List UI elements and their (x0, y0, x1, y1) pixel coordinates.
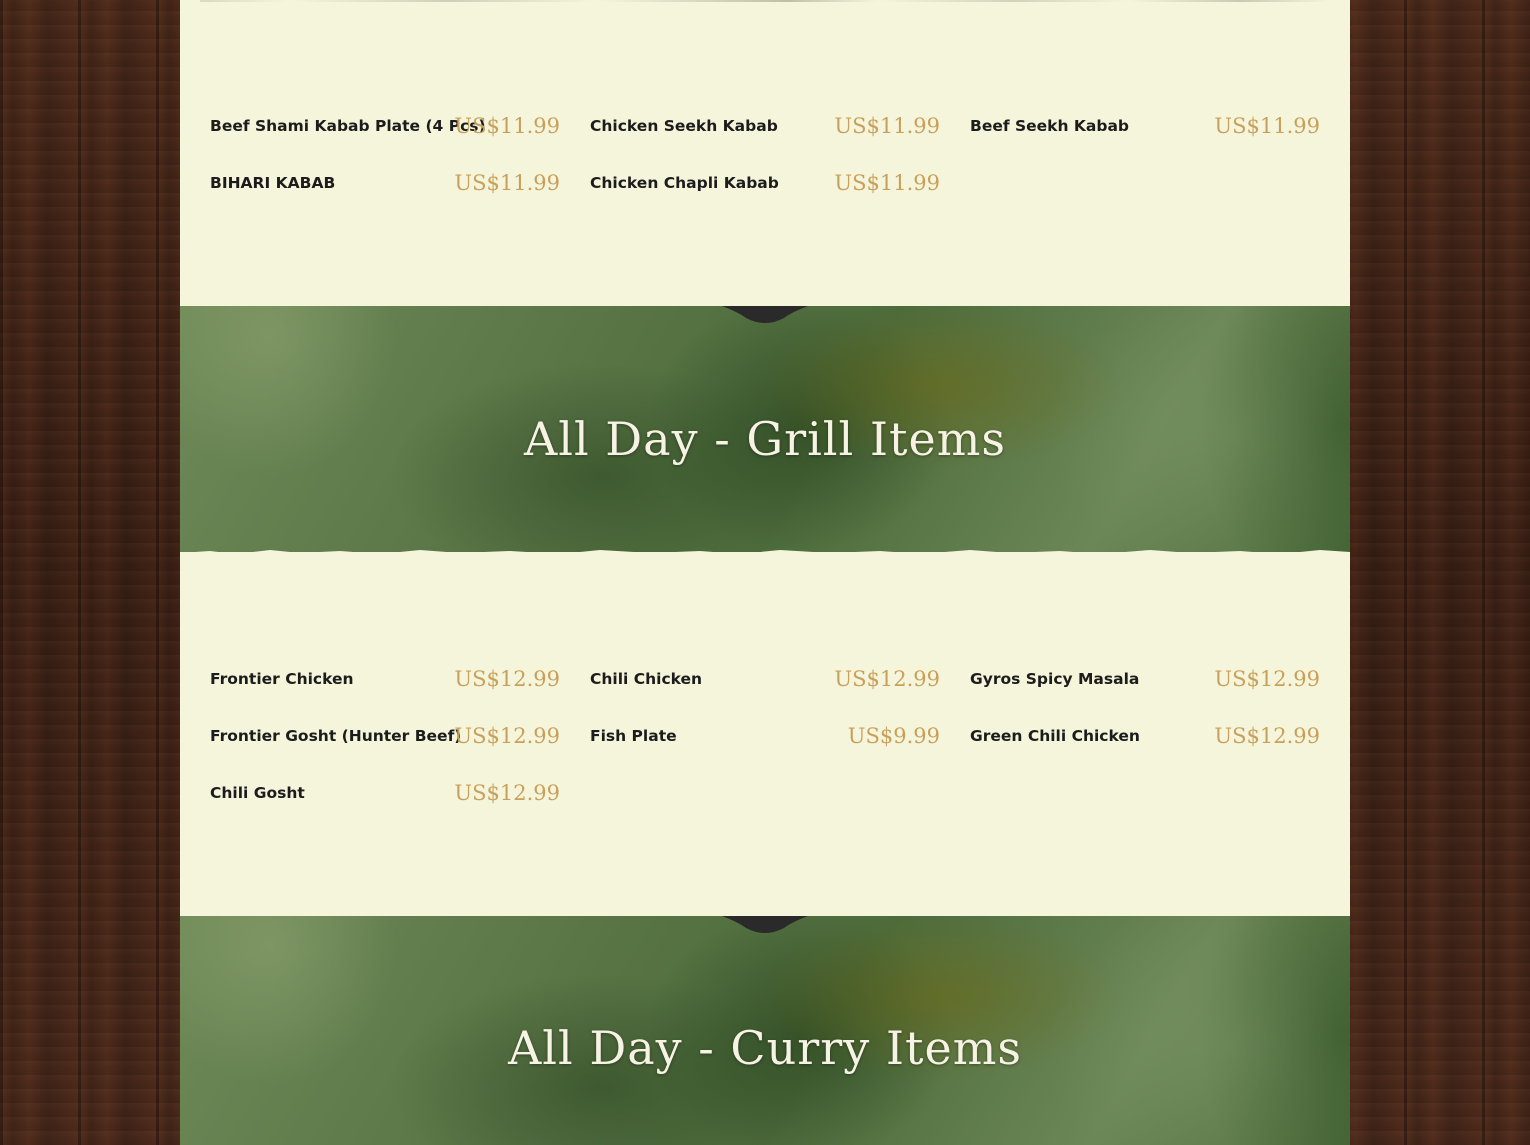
menu-item[interactable]: Beef Seekh Kabab US$11.99 (970, 110, 1320, 142)
menu-item[interactable]: Gyros Spicy Masala US$12.99 (970, 663, 1320, 695)
menu-item-price: US$12.99 (454, 724, 560, 748)
menu-item[interactable]: Beef Shami Kabab Plate (4 Pcs) US$11.99 (210, 110, 560, 142)
menu-item-price: US$12.99 (454, 667, 560, 691)
menu-item[interactable]: BIHARI KABAB US$11.99 (210, 167, 560, 199)
banner-tab-shape (722, 306, 808, 323)
menu-item-price: US$11.99 (834, 114, 940, 138)
curry-section-banner: All Day - Curry Items (180, 916, 1350, 1145)
menu-item-name: Green Chili Chicken (970, 727, 1140, 745)
menu-item-name: Chili Gosht (210, 784, 305, 802)
menu-item[interactable]: Frontier Gosht (Hunter Beef) US$12.99 (210, 720, 560, 752)
grill-section-title: All Day - Grill Items (524, 412, 1006, 466)
menu-item[interactable]: Fish Plate US$9.99 (590, 720, 940, 752)
menu-item[interactable]: Chili Gosht US$12.99 (210, 777, 560, 809)
torn-paper-edge (180, 550, 1350, 556)
menu-item-price: US$12.99 (454, 781, 560, 805)
menu-item-name: Chicken Seekh Kabab (590, 117, 778, 135)
banner-tab-shape (722, 916, 808, 933)
menu-item-name: Chicken Chapli Kabab (590, 174, 779, 192)
menu-item-name: Beef Shami Kabab Plate (4 Pcs) (210, 117, 486, 135)
menu-item[interactable]: Green Chili Chicken US$12.99 (970, 720, 1320, 752)
menu-item[interactable]: Chicken Chapli Kabab US$11.99 (590, 167, 940, 199)
menu-item[interactable]: Chicken Seekh Kabab US$11.99 (590, 110, 940, 142)
menu-item-price: US$12.99 (1214, 724, 1320, 748)
menu-item[interactable]: Chili Chicken US$12.99 (590, 663, 940, 695)
kabab-menu-section: Beef Shami Kabab Plate (4 Pcs) US$11.99 … (180, 0, 1350, 306)
menu-item-price: US$9.99 (847, 724, 940, 748)
menu-item-price: US$11.99 (454, 114, 560, 138)
menu-item-name: Gyros Spicy Masala (970, 670, 1140, 688)
menu-item-price: US$11.99 (1214, 114, 1320, 138)
menu-item-name: Frontier Chicken (210, 670, 354, 688)
menu-item-name: Beef Seekh Kabab (970, 117, 1130, 135)
menu-item[interactable]: Frontier Chicken US$12.99 (210, 663, 560, 695)
menu-item-price: US$11.99 (454, 171, 560, 195)
curry-section-title: All Day - Curry Items (508, 1021, 1022, 1075)
menu-item-name: Chili Chicken (590, 670, 703, 688)
menu-item-price: US$12.99 (1214, 667, 1320, 691)
menu-item-name: Fish Plate (590, 727, 677, 745)
panel-top-edge (200, 0, 1330, 2)
grill-section-banner: All Day - Grill Items (180, 306, 1350, 552)
menu-item-price: US$12.99 (834, 667, 940, 691)
menu-item-name: Frontier Gosht (Hunter Beef) (210, 727, 462, 745)
grill-menu-section: Frontier Chicken US$12.99 Chili Chicken … (180, 550, 1350, 916)
menu-item-price: US$11.99 (834, 171, 940, 195)
menu-item-name: BIHARI KABAB (210, 174, 336, 192)
menu-column: Beef Shami Kabab Plate (4 Pcs) US$11.99 … (180, 0, 1350, 1145)
